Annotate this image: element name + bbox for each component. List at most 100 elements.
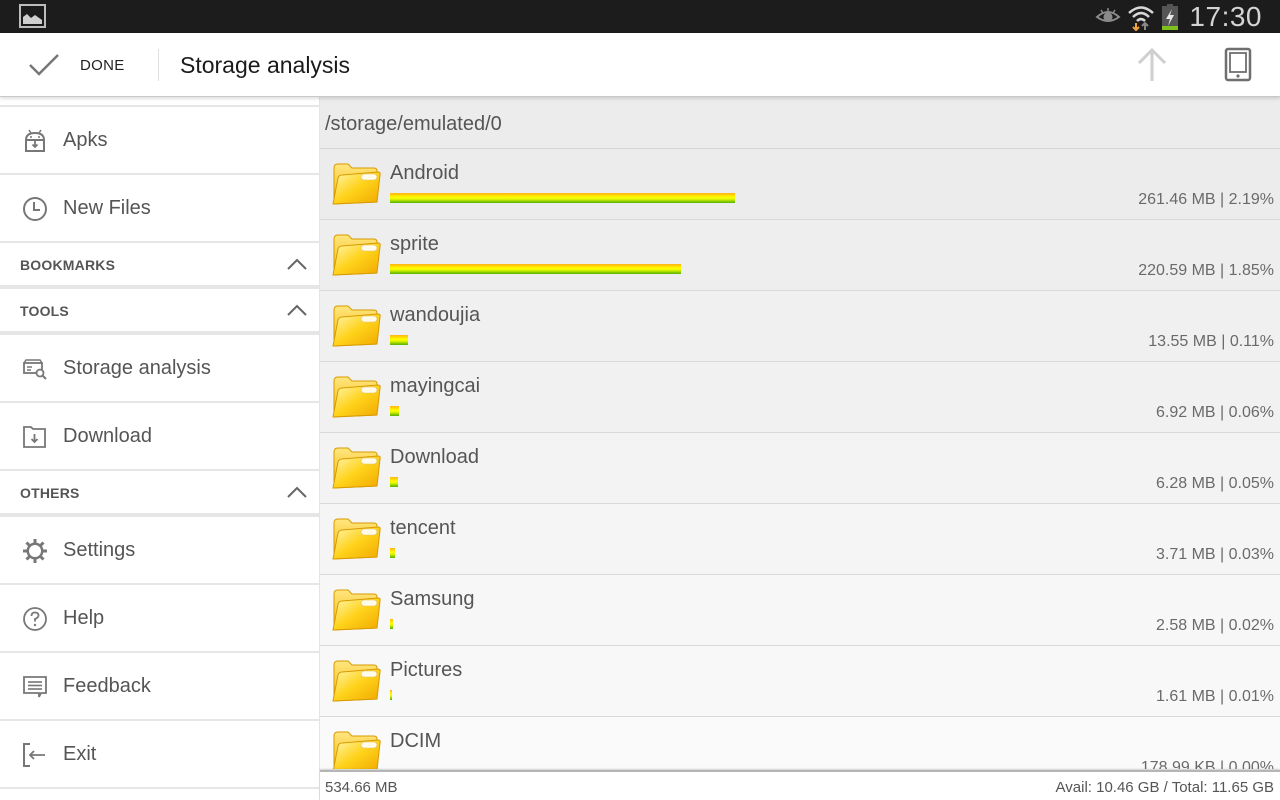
- help-icon: [23, 607, 47, 631]
- nav-item-new-files[interactable]: New Files: [0, 175, 319, 243]
- folder-row[interactable]: DCIM 178.99 KB | 0.00%: [320, 717, 1280, 769]
- chevron-up-icon: [287, 258, 307, 270]
- folder-row[interactable]: Samsung 2.58 MB | 0.02%: [320, 575, 1280, 646]
- done-button[interactable]: DONE: [0, 33, 158, 97]
- clock-time: 17:30: [1189, 0, 1262, 32]
- device-storage-button[interactable]: [1218, 47, 1258, 83]
- nav-item-label: Storage analysis: [63, 357, 211, 379]
- folder-icon: [332, 660, 381, 702]
- drawer-top-spacer: [0, 97, 319, 107]
- folder-size-percent: 1.61 MB | 0.01%: [1156, 688, 1274, 705]
- folder-list[interactable]: Android 261.46 MB | 2.19% sprite 220.59 …: [320, 149, 1280, 769]
- folder-size-percent: 2.58 MB | 0.02%: [1156, 617, 1274, 634]
- wifi-icon: [1128, 5, 1155, 31]
- section-header-bookmarks[interactable]: BOOKMARKS: [0, 243, 319, 289]
- nav-item-settings[interactable]: Settings: [0, 517, 319, 585]
- status-bar: 17:30: [0, 0, 1280, 33]
- folder-name: wandoujia: [390, 304, 481, 326]
- storage-analysis-icon: [23, 359, 47, 380]
- folder-icon: [332, 305, 381, 347]
- clock-icon: [23, 197, 47, 221]
- section-label: BOOKMARKS: [20, 257, 116, 273]
- chevron-up-icon: [287, 304, 307, 316]
- folder-row[interactable]: Pictures 1.61 MB | 0.01%: [320, 646, 1280, 717]
- folder-size-percent: 3.71 MB | 0.03%: [1156, 546, 1274, 563]
- folder-name: Download: [390, 446, 479, 468]
- eye-icon: [1095, 7, 1122, 22]
- nav-item-download[interactable]: Download: [0, 403, 319, 471]
- nav-item-label: Exit: [63, 743, 97, 765]
- section-header-others[interactable]: OTHERS: [0, 471, 319, 517]
- navigation-drawer: Apks New Files BOOKMARKS TOOLS Storage a…: [0, 97, 320, 800]
- section-header-tools[interactable]: TOOLS: [0, 289, 319, 335]
- folder-icon: [332, 376, 381, 418]
- folder-size-percent: 6.92 MB | 0.06%: [1156, 404, 1274, 421]
- usage-bar: [390, 406, 400, 416]
- nav-item-exit[interactable]: Exit: [0, 721, 319, 789]
- folder-row[interactable]: wandoujia 13.55 MB | 0.11%: [320, 291, 1280, 362]
- usage-bar: [390, 548, 395, 558]
- nav-item-label: Help: [63, 607, 105, 629]
- usage-bar: [390, 690, 393, 700]
- done-label: DONE: [80, 57, 125, 74]
- arrow-up-icon: [1137, 47, 1167, 81]
- nav-item-help[interactable]: Help: [0, 585, 319, 653]
- nav-item-label: New Files: [63, 197, 151, 219]
- folder-name: Samsung: [390, 588, 475, 610]
- gear-icon: [23, 539, 47, 563]
- usage-bar: [390, 477, 399, 487]
- folder-row[interactable]: mayingcai 6.92 MB | 0.06%: [320, 362, 1280, 433]
- current-path: /storage/emulated/0: [325, 113, 502, 135]
- folder-row[interactable]: Download 6.28 MB | 0.05%: [320, 433, 1280, 504]
- folder-name: mayingcai: [390, 375, 481, 397]
- android-icon: [25, 129, 45, 152]
- chevron-up-icon: [287, 486, 307, 498]
- nav-item-apks[interactable]: Apks: [0, 107, 319, 175]
- folder-row[interactable]: tencent 3.71 MB | 0.03%: [320, 504, 1280, 575]
- folder-name: sprite: [390, 233, 439, 255]
- available-total: Avail: 10.46 GB / Total: 11.65 GB: [1055, 779, 1274, 796]
- folder-size-percent: 6.28 MB | 0.05%: [1156, 475, 1274, 492]
- action-bar-divider: [158, 49, 159, 81]
- gallery-icon: [19, 4, 46, 28]
- section-label: OTHERS: [20, 485, 80, 501]
- folder-icon: [333, 731, 381, 769]
- action-bar: DONE Storage analysis: [0, 33, 1280, 97]
- storage-analysis-panel: /storage/emulated/0 Android 261.46 MB | …: [320, 97, 1280, 800]
- folder-icon: [332, 589, 381, 631]
- folder-row[interactable]: sprite 220.59 MB | 1.85%: [320, 220, 1280, 291]
- page-title: Storage analysis: [180, 52, 351, 78]
- folder-size-percent: 178.99 KB | 0.00%: [1140, 759, 1274, 769]
- section-label: TOOLS: [20, 303, 69, 319]
- battery-charging-icon: [1162, 3, 1179, 30]
- folder-icon: [332, 163, 381, 205]
- nav-item-label: Feedback: [63, 675, 151, 697]
- nav-item-label: Settings: [63, 539, 136, 561]
- nav-item-label: Apks: [63, 129, 108, 151]
- folder-size-percent: 220.59 MB | 1.85%: [1138, 262, 1274, 279]
- folder-name: Android: [390, 162, 459, 184]
- folder-size-percent: 13.55 MB | 0.11%: [1148, 333, 1274, 350]
- exit-icon: [23, 743, 45, 767]
- used-size: 534.66 MB: [325, 779, 398, 796]
- storage-summary-footer: 534.66 MB Avail: 10.46 GB / Total: 11.65…: [320, 770, 1280, 800]
- device-storage-icon: [1224, 47, 1252, 82]
- folder-name: DCIM: [390, 730, 442, 752]
- usage-bar: [390, 264, 682, 274]
- folder-size-percent: 261.46 MB | 2.19%: [1138, 191, 1274, 208]
- folder-row[interactable]: Android 261.46 MB | 2.19%: [320, 149, 1280, 220]
- nav-item-feedback[interactable]: Feedback: [0, 653, 319, 721]
- folder-icon: [332, 234, 381, 276]
- nav-item-label: Download: [63, 425, 152, 447]
- check-icon: [29, 54, 59, 76]
- download-folder-icon: [23, 426, 46, 448]
- folder-icon: [332, 447, 381, 489]
- usage-bar: [390, 619, 394, 629]
- navigate-up-button[interactable]: [1132, 47, 1172, 83]
- usage-bar: [390, 193, 735, 203]
- nav-item-storage-analysis[interactable]: Storage analysis: [0, 335, 319, 403]
- usage-bar: [390, 335, 408, 345]
- path-bar: /storage/emulated/0: [320, 97, 1280, 149]
- feedback-icon: [23, 676, 47, 698]
- folder-name: Pictures: [390, 659, 463, 681]
